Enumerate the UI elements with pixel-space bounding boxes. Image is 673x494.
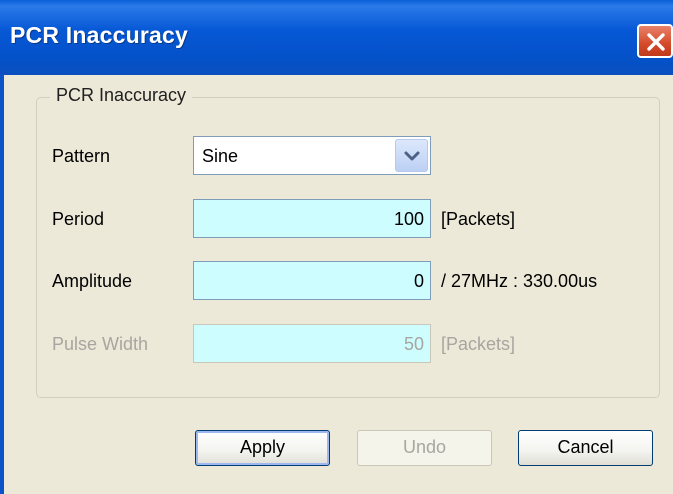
amplitude-value: 0: [413, 271, 424, 291]
period-input[interactable]: 100: [193, 199, 431, 238]
period-value: 100: [393, 209, 424, 229]
close-button[interactable]: [637, 24, 673, 58]
pulse-width-label: Pulse Width: [52, 334, 149, 354]
amplitude-label: Amplitude: [52, 271, 133, 291]
apply-button[interactable]: Apply: [195, 430, 330, 466]
close-icon: [647, 33, 665, 51]
amplitude-input[interactable]: 0: [193, 261, 431, 300]
dialog-window: PCR Inaccuracy PCR Inaccuracy Pattern Si…: [0, 0, 673, 494]
pulse-width-value: 50: [403, 334, 424, 354]
period-unit: [Packets]: [441, 209, 516, 229]
title-bar[interactable]: PCR Inaccuracy: [0, 0, 673, 75]
pattern-select-value: Sine: [202, 146, 239, 166]
chevron-down-icon: [404, 151, 420, 161]
pattern-label: Pattern: [52, 146, 111, 166]
pulse-width-input: 50: [193, 324, 431, 363]
cancel-button[interactable]: Cancel: [518, 430, 653, 466]
pattern-select[interactable]: Sine: [193, 136, 431, 175]
amplitude-unit: / 27MHz : 330.00us: [441, 271, 598, 291]
window-title: PCR Inaccuracy: [10, 22, 188, 48]
group-legend: PCR Inaccuracy: [50, 85, 193, 106]
period-label: Period: [52, 209, 105, 229]
pattern-dropdown-button[interactable]: [395, 139, 428, 172]
pulse-width-unit: [Packets]: [441, 334, 516, 354]
undo-button: Undo: [357, 430, 492, 466]
